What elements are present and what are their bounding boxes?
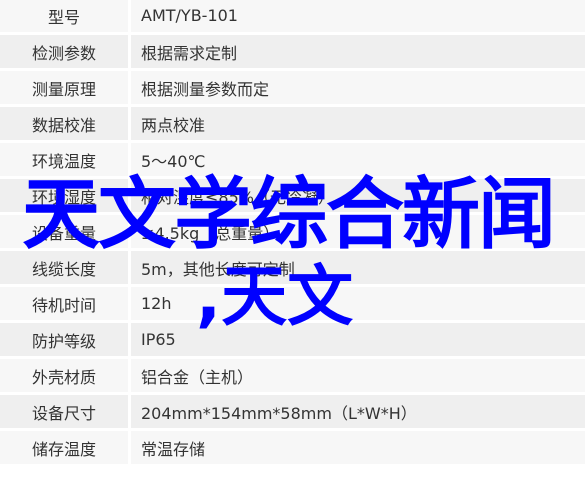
spec-label: 检测参数: [0, 35, 128, 68]
spec-label: 外壳材质: [0, 359, 128, 392]
spec-label: 待机时间: [0, 287, 128, 320]
spec-row: 测量原理 根据测量参数而定: [0, 71, 585, 104]
spec-row: 型号 AMT/YB-101: [0, 0, 585, 32]
spec-value: 根据需求定制: [131, 35, 585, 68]
spec-label: 数据校准: [0, 107, 128, 140]
spec-row: 外壳材质 铝合金（主机）: [0, 359, 585, 392]
spec-value: 铝合金（主机）: [131, 359, 585, 392]
spec-value: AMT/YB-101: [131, 0, 585, 32]
spec-value: 204mm*154mm*58mm（L*W*H）: [131, 395, 585, 428]
overlay-title: 天文学综合新闻: [22, 170, 556, 260]
spec-row: 储存温度 常温存储: [0, 431, 585, 464]
spec-label: 型号: [0, 0, 128, 32]
spec-label: 防护等级: [0, 323, 128, 356]
spec-row: 检测参数 根据需求定制: [0, 35, 585, 68]
spec-value: 两点校准: [131, 107, 585, 140]
spec-row: 数据校准 两点校准: [0, 107, 585, 140]
spec-value: 根据测量参数而定: [131, 71, 585, 104]
spec-label: 测量原理: [0, 71, 128, 104]
spec-label: 储存温度: [0, 431, 128, 464]
spec-label: 设备尺寸: [0, 395, 128, 428]
spec-value: 常温存储: [131, 431, 585, 464]
spec-row: 设备尺寸 204mm*154mm*58mm（L*W*H）: [0, 395, 585, 428]
overlay-subtitle: ,天文: [196, 258, 354, 335]
